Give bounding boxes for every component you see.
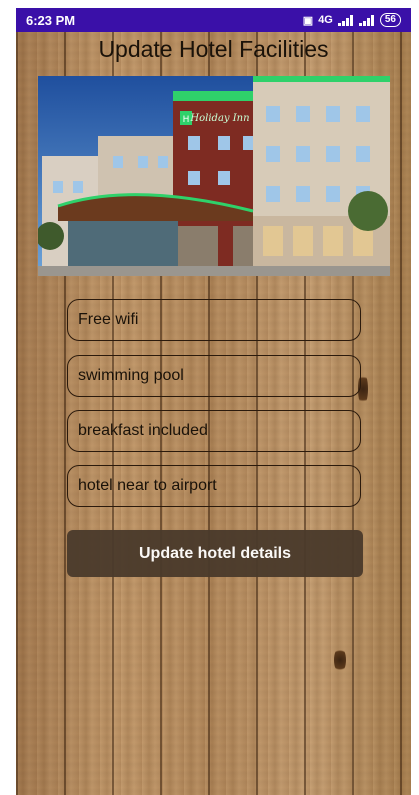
network-type: 4G	[318, 14, 333, 26]
wood-knot	[334, 647, 346, 673]
facility-field-2[interactable]: swimming pool	[67, 355, 361, 397]
hotel-image: H Holiday Inn	[38, 76, 390, 276]
notification-icon: ▣	[302, 14, 314, 27]
page-title: Update Hotel Facilities	[98, 36, 329, 62]
hotel-photo-illustration: H Holiday Inn	[38, 76, 390, 276]
hotel-sign: Holiday Inn	[189, 113, 249, 124]
signal-icon-2	[358, 14, 375, 26]
status-bar: 6:23 PM ▣ 4G 56	[16, 8, 411, 32]
battery-icon: 56	[379, 13, 401, 27]
status-time: 6:23 PM	[26, 12, 76, 28]
phone-screen: 6:23 PM ▣ 4G 56 Update Hotel Facilities	[16, 8, 411, 795]
facility-field-3[interactable]: breakfast included	[67, 410, 361, 452]
signal-icon	[337, 14, 354, 26]
hotel-logo-letter: H	[183, 115, 190, 125]
facility-field-1[interactable]: Free wifi	[67, 299, 361, 341]
status-icons: ▣ 4G 56	[303, 13, 401, 27]
facility-field-4[interactable]: hotel near to airport	[67, 465, 361, 507]
update-hotel-details-button[interactable]: Update hotel details	[67, 530, 363, 577]
